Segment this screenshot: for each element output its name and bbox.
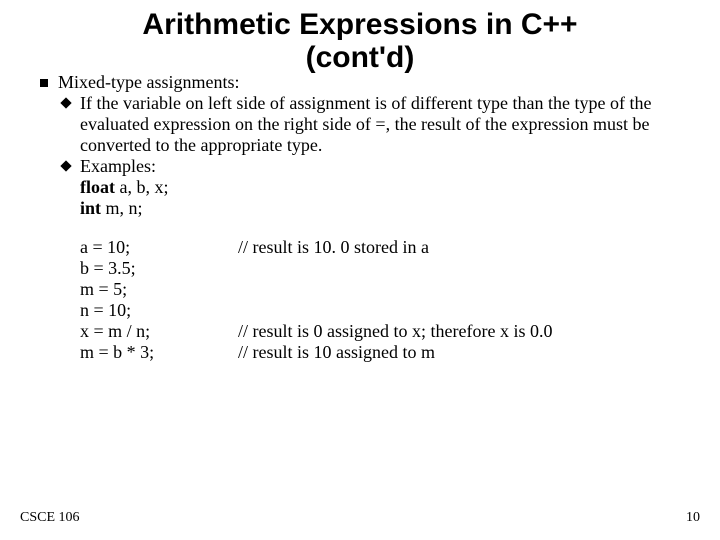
vars-int: m, n; [101,198,143,218]
code-stmt: b = 3.5; [80,258,238,279]
subbullet-text: If the variable on left side of assignme… [80,93,652,155]
code-row: b = 3.5; [80,258,700,279]
code-comment: // result is 10. 0 stored in a [238,237,429,258]
footer: CSCE 106 10 [20,510,700,526]
code-block: a = 10; // result is 10. 0 stored in a b… [20,237,700,363]
code-stmt: m = b * 3; [80,342,238,363]
code-row: x = m / n; // result is 0 assigned to x;… [80,321,700,342]
code-stmt: n = 10; [80,300,238,321]
bullet-text: Mixed-type assignments: [58,72,239,92]
footer-page-number: 10 [686,510,700,526]
bullet-mixed-type: Mixed-type assignments: [20,72,700,93]
code-row: m = b * 3; // result is 10 assigned to m [80,342,700,363]
diamond-bullet-icon [60,97,71,108]
title-line-1: Arithmetic Expressions in C++ [142,8,577,41]
declaration-float: float a, b, x; [20,177,700,198]
subbullet-examples: Examples: [20,156,700,177]
vars-float: a, b, x; [115,177,169,197]
code-row: n = 10; [80,300,700,321]
footer-course: CSCE 106 [20,510,80,526]
code-stmt: m = 5; [80,279,238,300]
code-stmt: x = m / n; [80,321,238,342]
slide-title: Arithmetic Expressions in C++ (cont'd) [20,8,700,74]
keyword-float: float [80,177,115,197]
code-row: a = 10; // result is 10. 0 stored in a [80,237,700,258]
slide-body: Mixed-type assignments: If the variable … [20,72,700,363]
title-line-2: (cont'd) [306,41,415,74]
square-bullet-icon [40,79,48,87]
diamond-bullet-icon [60,160,71,171]
slide: Arithmetic Expressions in C++ (cont'd) M… [0,0,720,540]
subbullet-text: Examples: [80,156,156,176]
code-stmt: a = 10; [80,237,238,258]
code-comment: // result is 10 assigned to m [238,342,435,363]
code-row: m = 5; [80,279,700,300]
code-comment: // result is 0 assigned to x; therefore … [238,321,552,342]
declaration-int: int m, n; [20,198,700,219]
subbullet-explanation: If the variable on left side of assignme… [20,93,700,156]
keyword-int: int [80,198,101,218]
